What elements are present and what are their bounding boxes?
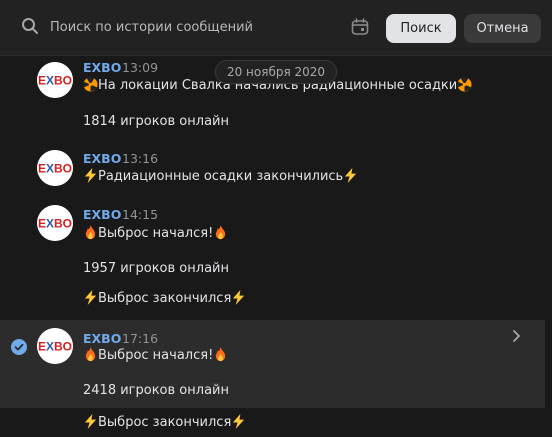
chevron-right-icon[interactable] bbox=[511, 329, 521, 343]
radiation-icon bbox=[457, 77, 472, 92]
calendar-icon[interactable] bbox=[350, 17, 370, 37]
message-time: 13:09 bbox=[122, 60, 159, 75]
lightning-icon bbox=[84, 414, 97, 429]
lightning-icon bbox=[233, 414, 245, 429]
message-time: 14:15 bbox=[122, 207, 159, 222]
svg-text:EXBO: EXBO bbox=[38, 217, 72, 231]
radiation-icon bbox=[83, 77, 98, 92]
exbo-logo-icon: EXBO bbox=[37, 150, 73, 186]
message-text: Радиационные осадки закончились bbox=[83, 168, 358, 184]
message-item[interactable]: EXBO EXBO 13:16 Радиационные осадки зако… bbox=[0, 145, 545, 200]
check-icon[interactable] bbox=[11, 339, 27, 355]
message-author[interactable]: EXBO bbox=[83, 60, 121, 75]
message-text: Выброс начался! bbox=[83, 225, 228, 241]
exbo-logo-icon: EXBO bbox=[37, 62, 73, 98]
fire-icon bbox=[216, 347, 226, 362]
message-line: Выброс закончился bbox=[98, 415, 232, 430]
lightning-icon bbox=[233, 290, 245, 305]
message-author[interactable]: EXBO bbox=[83, 151, 121, 166]
message-author[interactable]: EXBO bbox=[83, 331, 121, 346]
lightning-icon bbox=[345, 168, 357, 183]
fire-icon bbox=[216, 225, 226, 240]
message-time: 17:16 bbox=[122, 331, 159, 346]
message-text: Выброс закончился bbox=[83, 290, 246, 306]
message-text: 1814 игроков онлайн bbox=[83, 114, 229, 129]
avatar[interactable]: EXBO bbox=[37, 328, 73, 364]
avatar[interactable]: EXBO bbox=[37, 62, 73, 98]
lightning-icon bbox=[84, 290, 97, 305]
search-input[interactable] bbox=[50, 16, 330, 38]
svg-text:EXBO: EXBO bbox=[38, 74, 72, 88]
cancel-button[interactable]: Отмена bbox=[464, 14, 541, 43]
message-line: Выброс начался! bbox=[98, 348, 214, 363]
svg-text:EXBO: EXBO bbox=[38, 162, 72, 176]
message-item-selected[interactable]: EXBO EXBO 17:16 Выброс начался! 2418 игр… bbox=[0, 320, 545, 408]
exbo-logo-icon: EXBO bbox=[37, 205, 73, 241]
lightning-icon bbox=[84, 168, 97, 183]
message-author[interactable]: EXBO bbox=[83, 207, 121, 222]
fire-icon bbox=[85, 347, 96, 362]
message-text: Выброс закончился bbox=[83, 414, 246, 430]
avatar[interactable]: EXBO bbox=[37, 150, 73, 186]
search-button[interactable]: Поиск bbox=[386, 14, 456, 43]
fire-icon bbox=[85, 225, 96, 240]
exbo-logo-icon: EXBO bbox=[37, 328, 73, 364]
svg-text:EXBO: EXBO bbox=[38, 340, 72, 354]
message-time: 13:16 bbox=[122, 151, 159, 166]
message-text: 2418 игроков онлайн bbox=[83, 383, 229, 398]
message-item[interactable]: EXBO EXBO 14:15 Выброс начался! 1957 игр… bbox=[0, 202, 545, 312]
message-line: Выброс начался! bbox=[98, 226, 214, 241]
message-line: Выброс закончился bbox=[98, 291, 232, 306]
message-text: Выброс начался! bbox=[83, 347, 228, 363]
search-icon bbox=[22, 18, 38, 34]
message-line: Радиационные осадки закончились bbox=[98, 169, 344, 184]
message-text: 1957 игроков онлайн bbox=[83, 261, 229, 276]
message-feed[interactable]: EXBO EXBO 13:09 На локации Свалка начали… bbox=[0, 57, 552, 437]
search-bar: Поиск Отмена bbox=[0, 0, 552, 56]
date-separator[interactable]: 20 ноября 2020 bbox=[215, 60, 337, 84]
avatar[interactable]: EXBO bbox=[37, 205, 73, 241]
